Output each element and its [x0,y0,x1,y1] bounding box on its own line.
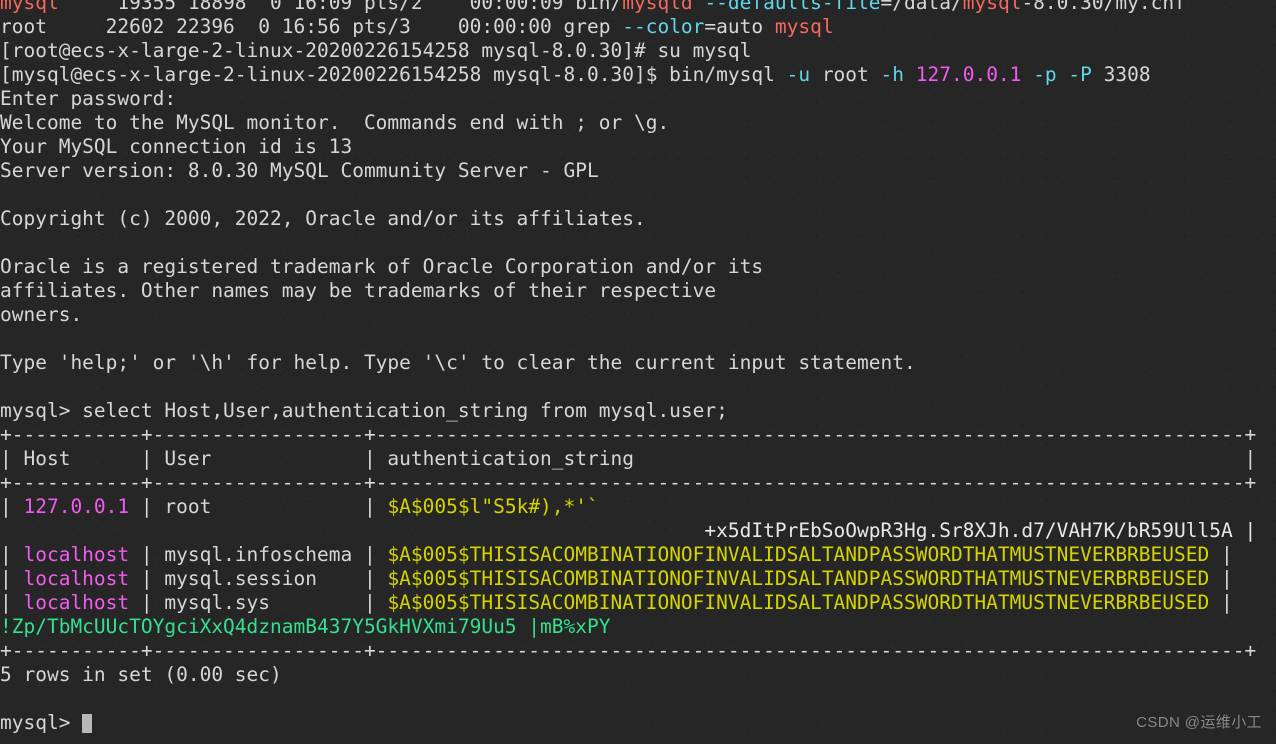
terminal-span: localhost [23,567,130,590]
terminal-span: [mysql@ecs-x-large-2-linux-2020022615425… [0,63,787,86]
terminal-span: --defaults-file [704,0,881,14]
terminal-span: Server version: 8.0.30 MySQL Community S… [0,159,599,182]
terminal-line-blank-3 [0,327,1276,351]
terminal-span: +-----------+------------------+--------… [0,471,1257,494]
terminal-line-connection-id: Your MySQL connection id is 13 [0,135,1276,159]
terminal-span: -p [1033,63,1057,86]
terminal-span: localhost [23,591,130,614]
terminal-span [1057,63,1069,86]
terminal-span: Oracle is a registered trademark of Orac… [0,255,764,278]
terminal-span: $A$005$l"S5k#),*'` [387,495,599,518]
terminal-span: Copyright (c) 2000, 2022, Oracle and/or … [0,207,646,230]
terminal-span: mysql> select Host,User,authentication_s… [0,399,728,422]
terminal-span: +-----------+------------------+--------… [0,423,1257,446]
terminal-span: | [0,495,24,518]
terminal-line-help-hint: Type 'help;' or '\h' for help. Type '\c'… [0,351,1276,375]
terminal-line-row-sys-cont: !Zp/TbMcUUcTOYgciXxQ4dznamB437Y5GkHVXmi7… [0,615,1276,639]
terminal-line-row-root: | 127.0.0.1 | root | $A$005$l"S5k#),*'` [0,495,1276,519]
terminal-span: | [1209,567,1233,590]
terminal-line-welcome: Welcome to the MySQL monitor. Commands e… [0,111,1276,135]
terminal-line-blank-4 [0,375,1276,399]
terminal-span: Welcome to the MySQL monitor. Commands e… [0,111,670,134]
terminal-span: =auto [704,15,775,38]
csdn-watermark: CSDN @运维小工 [1136,714,1262,731]
terminal-span: Enter password: [0,87,177,110]
terminal-line-blank-2 [0,231,1276,255]
terminal-span: owners. [0,303,83,326]
terminal-span: localhost [23,543,130,566]
terminal-span: -8.0.30/my.cnf [1021,0,1186,14]
text-cursor [82,714,93,733]
terminal-span: Your MySQL connection id is 13 [0,135,353,158]
terminal-span: | mysql.sys | [129,591,388,614]
terminal-line-table-rule-bottom: +-----------+------------------+--------… [0,639,1276,663]
terminal-line-table-header: | Host | User | authentication_string | [0,447,1276,471]
terminal-span: | [1209,591,1233,614]
terminal-span: +-----------+------------------+--------… [0,639,1257,662]
terminal-span: | mysql.session | [129,567,388,590]
terminal-span: affiliates. Other names may be trademark… [0,279,717,302]
terminal-span [693,0,705,14]
terminal-line-row-sys: | localhost | mysql.sys | $A$005$THISISA… [0,591,1276,615]
terminal-span: | mysql.infoschema | [129,543,388,566]
terminal-line-prompt-final: mysql> [0,711,1276,735]
terminal-line-row-infoschema: | localhost | mysql.infoschema | $A$005$… [0,543,1276,567]
terminal-line-trademark-3: owners. [0,303,1276,327]
terminal-output: mysql 19355 18898 0 16:09 pts/2 00:00:09… [0,0,1276,735]
terminal-span: !Zp/TbMcUUcTOYgciXxQ4dznamB437Y5GkHVXmi7… [0,615,611,638]
terminal-span: --color [622,15,705,38]
terminal-span: [root@ecs-x-large-2-linux-20200226154258… [0,39,752,62]
terminal-span: | [0,543,24,566]
terminal-span: mysql [0,0,59,14]
terminal-span: $A$005$THISISACOMBINATIONOFINVALIDSALTAN… [387,591,1210,614]
terminal-line-row-root-cont: +x5dItPrEbSoOwpR3Hg.Sr8XJh.d7/VAH7K/bR59… [0,519,1276,543]
terminal-line-enter-password: Enter password: [0,87,1276,111]
terminal-span: 3308 [1091,63,1151,86]
terminal-span: | Host | User | authentication_string | [0,447,1257,470]
terminal-line-blank-5 [0,687,1276,711]
terminal-line-prompt-mysql-client: [mysql@ecs-x-large-2-linux-2020022615425… [0,63,1276,87]
terminal-span: -u [786,63,811,86]
terminal-span: $A$005$THISISACOMBINATIONOFINVALIDSALTAN… [387,567,1210,590]
terminal-span: root [810,63,881,86]
terminal-span: -h [880,63,905,86]
terminal-span: mysql [962,0,1022,14]
terminal-span [904,63,916,86]
terminal-line-trademark-1: Oracle is a registered trademark of Orac… [0,255,1276,279]
terminal-span: | [1209,543,1233,566]
terminal-line-table-rule-top: +-----------+------------------+--------… [0,423,1276,447]
terminal-span: | root | [129,495,388,518]
terminal-line-ps-mysqld: mysql 19355 18898 0 16:09 pts/2 00:00:09… [0,0,1276,15]
terminal-line-table-rule-mid: +-----------+------------------+--------… [0,471,1276,495]
terminal-span: | [0,567,24,590]
terminal-span: mysqld [622,0,693,14]
terminal-line-rows-in-set: 5 rows in set (0.00 sec) [0,663,1276,687]
terminal-window[interactable]: mysql 19355 18898 0 16:09 pts/2 00:00:09… [0,0,1276,744]
terminal-span: | [0,591,24,614]
terminal-line-server-version: Server version: 8.0.30 MySQL Community S… [0,159,1276,183]
terminal-span: root 22602 22396 0 16:56 pts/3 00:00:00 … [0,15,623,38]
terminal-span: -P [1068,63,1092,86]
terminal-span [0,519,704,542]
terminal-span: 127.0.0.1 [915,63,1022,86]
terminal-span: 5 rows in set (0.00 sec) [0,663,282,686]
terminal-span: 127.0.0.1 [23,495,130,518]
terminal-line-blank-1 [0,183,1276,207]
terminal-span: mysql> [0,711,83,734]
terminal-span: 19355 18898 0 16:09 pts/2 00:00:09 bin/ [58,0,623,14]
terminal-line-trademark-2: affiliates. Other names may be trademark… [0,279,1276,303]
terminal-line-ps-grep: root 22602 22396 0 16:56 pts/3 00:00:00 … [0,15,1276,39]
terminal-line-query-select: mysql> select Host,User,authentication_s… [0,399,1276,423]
terminal-span: mysql [774,15,834,38]
terminal-span [1021,63,1033,86]
terminal-line-copyright: Copyright (c) 2000, 2022, Oracle and/or … [0,207,1276,231]
terminal-line-row-session: | localhost | mysql.session | $A$005$THI… [0,567,1276,591]
terminal-line-prompt-su-mysql: [root@ecs-x-large-2-linux-20200226154258… [0,39,1276,63]
terminal-span: =/data/ [880,0,963,14]
terminal-span: Type 'help;' or '\h' for help. Type '\c'… [0,351,916,374]
terminal-span: +x5dItPrEbSoOwpR3Hg.Sr8XJh.d7/VAH7K/bR59… [704,519,1257,542]
terminal-span: $A$005$THISISACOMBINATIONOFINVALIDSALTAN… [387,543,1210,566]
